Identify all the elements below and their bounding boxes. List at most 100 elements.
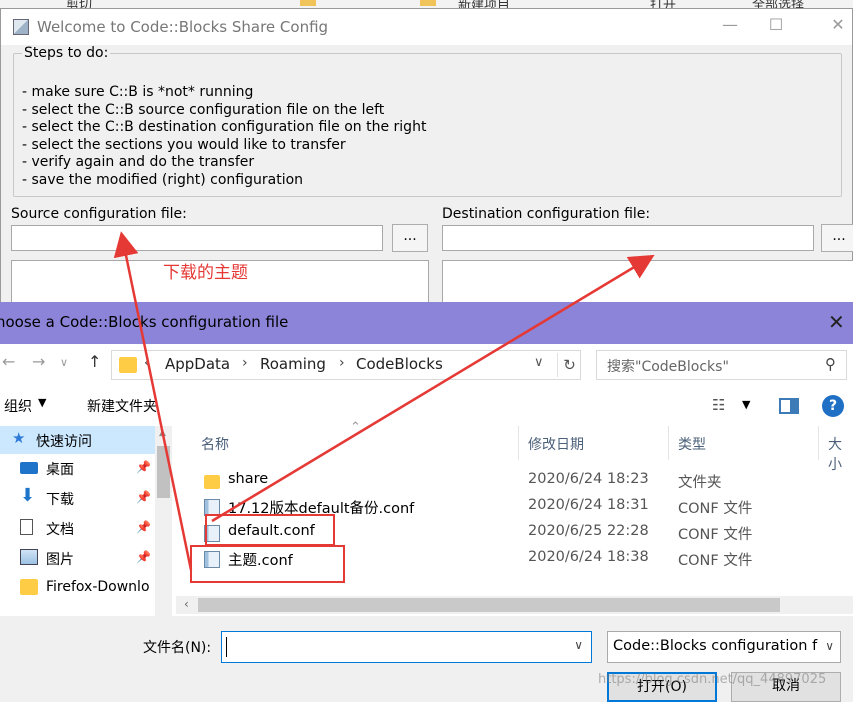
share-config-window: Welcome to Code::Blocks Share Config — ☐…	[0, 8, 853, 320]
view-options-icon[interactable]: ☷	[712, 396, 725, 414]
file-name: default.conf	[228, 523, 315, 539]
pin-icon[interactable]: 📌	[136, 550, 151, 564]
up-arrow-icon[interactable]: ↑	[88, 352, 101, 371]
column-divider[interactable]	[818, 426, 819, 460]
breadcrumb-item[interactable]: AppData	[165, 355, 230, 373]
column-divider[interactable]	[518, 426, 519, 460]
column-header-modified[interactable]: 修改日期	[528, 434, 584, 454]
minimize-icon[interactable]: —	[715, 15, 745, 34]
column-divider[interactable]	[668, 426, 669, 460]
filetype-select[interactable]: Code::Blocks configuration f ∨	[607, 631, 841, 663]
back-arrow-icon[interactable]: ←	[2, 352, 15, 371]
forward-arrow-icon[interactable]: →	[32, 352, 45, 371]
chevron-down-icon[interactable]: ∨	[534, 355, 544, 370]
chevron-down-icon[interactable]: ▼	[742, 398, 750, 411]
search-box[interactable]: 搜索"CodeBlocks" ⚲	[596, 350, 847, 380]
recent-dropdown-icon[interactable]: ∨	[60, 356, 68, 369]
sidebar-item-firefox-downloads[interactable]: Firefox-Downlo	[0, 574, 160, 602]
conf-file-icon	[204, 525, 220, 542]
conf-file-icon	[204, 499, 220, 516]
file-type: CONF 文件	[678, 553, 753, 569]
breadcrumb-item[interactable]: Roaming	[260, 355, 326, 373]
folder-icon	[204, 475, 220, 489]
file-row[interactable]: 17.12版本default备份.conf 2020/6/24 18:31 CO…	[198, 494, 798, 520]
help-icon[interactable]: ?	[822, 395, 844, 417]
new-folder-button[interactable]: 新建文件夹	[87, 396, 157, 416]
desktop-icon	[20, 462, 38, 474]
file-row[interactable]: default.conf 2020/6/25 22:28 CONF 文件	[198, 520, 798, 546]
chevron-right-icon: ‹	[144, 355, 150, 371]
file-type: CONF 文件	[678, 501, 753, 517]
sidebar-item-label: 文档	[46, 522, 74, 538]
scrollbar-thumb[interactable]	[157, 446, 170, 498]
sidebar-item-quick-access[interactable]: ★ 快速访问	[0, 426, 160, 454]
source-label: Source configuration file:	[11, 206, 187, 222]
sidebar-item-label: Firefox-Downlo	[46, 579, 150, 595]
step-item: - select the C::B source configuration f…	[22, 101, 385, 118]
breadcrumb-item[interactable]: CodeBlocks	[356, 355, 443, 373]
steps-group: Steps to do: - make sure C::B is *not* r…	[13, 45, 842, 197]
file-dialog: hoose a Code::Blocks configuration file …	[0, 302, 853, 702]
column-header-size[interactable]: 大小	[828, 434, 853, 474]
chevron-down-icon[interactable]: ∨	[574, 638, 583, 652]
source-file-input[interactable]	[11, 225, 383, 251]
picture-icon	[20, 549, 38, 565]
star-icon: ★	[12, 429, 26, 447]
steps-title: Steps to do:	[22, 45, 111, 61]
destination-file-input[interactable]	[442, 225, 814, 251]
chevron-down-icon[interactable]: ▼	[38, 396, 46, 409]
pin-icon[interactable]: 📌	[136, 520, 151, 534]
pin-icon[interactable]: 📌	[136, 490, 151, 504]
pin-icon[interactable]: 📌	[136, 460, 151, 474]
file-type: CONF 文件	[678, 527, 753, 543]
address-bar[interactable]: ‹ AppData › Roaming › CodeBlocks ∨ ↻	[111, 350, 581, 380]
scrollbar-thumb[interactable]	[198, 598, 780, 612]
download-icon: ⬇	[20, 485, 36, 506]
dialog-title-bar: hoose a Code::Blocks configuration file …	[0, 302, 853, 344]
file-list: ⌃ 名称 修改日期 类型 大小 share 2020/6/24 18:23 文件…	[176, 420, 853, 598]
sidebar-item-downloads[interactable]: ⬇ 下载 📌	[0, 484, 160, 512]
file-row[interactable]: share 2020/6/24 18:23 文件夹	[198, 468, 798, 494]
destination-browse-button[interactable]: ...	[821, 224, 853, 252]
scroll-left-icon[interactable]: ‹	[184, 597, 189, 611]
navigation-pane: ★ 快速访问 桌面 📌 ⬇ 下载 📌 文档 📌 图片 📌 Firefox-Dow…	[0, 426, 174, 620]
file-name: 主题.conf	[228, 553, 293, 569]
dialog-footer: 文件名(N): ∨ Code::Blocks configuration f ∨…	[0, 616, 853, 702]
step-item: - verify again and do the transfer	[22, 154, 255, 170]
navigation-row: ← → ∨ ↑ ‹ AppData › Roaming › CodeBlocks…	[0, 344, 853, 384]
horizontal-scrollbar[interactable]: ‹	[176, 596, 853, 614]
sidebar-item-desktop[interactable]: 桌面 📌	[0, 454, 160, 482]
scroll-up-icon[interactable]: ▲	[159, 428, 166, 438]
annotation-label: 下载的主题	[163, 263, 248, 283]
sidebar-scrollbar[interactable]: ▲	[155, 426, 172, 620]
search-placeholder: 搜索"CodeBlocks"	[607, 359, 729, 375]
toolbar-icon	[300, 0, 316, 6]
source-browse-button[interactable]: ...	[392, 224, 428, 252]
filename-input[interactable]: ∨	[221, 631, 592, 663]
chevron-down-icon[interactable]: ∨	[822, 639, 834, 653]
text-caret	[226, 637, 227, 657]
file-modified: 2020/6/25 22:28	[528, 523, 649, 539]
sidebar-item-documents[interactable]: 文档 📌	[0, 514, 160, 542]
window-title: Welcome to Code::Blocks Share Config	[37, 18, 329, 36]
step-item: - select the sections you would like to …	[22, 136, 346, 153]
window-title-bar: Welcome to Code::Blocks Share Config — ☐…	[1, 9, 852, 45]
sidebar-item-label: 下载	[46, 492, 74, 508]
dialog-close-icon[interactable]: ✕	[828, 310, 845, 334]
app-icon	[13, 19, 29, 35]
file-modified: 2020/6/24 18:23	[528, 471, 649, 487]
maximize-icon[interactable]: ☐	[761, 15, 791, 34]
file-type: 文件夹	[678, 475, 722, 491]
search-icon[interactable]: ⚲	[825, 355, 836, 373]
column-header-name[interactable]: 名称	[201, 434, 229, 454]
organize-button[interactable]: 组织	[4, 396, 32, 416]
close-icon[interactable]: ✕	[823, 15, 853, 34]
preview-pane-icon[interactable]	[779, 398, 799, 414]
column-header-type[interactable]: 类型	[678, 434, 706, 454]
watermark: https://blog.csdn.net/qq_44897025	[598, 672, 827, 687]
refresh-icon[interactable]: ↻	[557, 353, 581, 377]
file-row[interactable]: 主题.conf 2020/6/24 18:38 CONF 文件	[198, 546, 798, 572]
sort-ascending-icon: ⌃	[350, 420, 361, 435]
destination-label: Destination configuration file:	[442, 206, 651, 222]
sidebar-item-pictures[interactable]: 图片 📌	[0, 544, 160, 572]
